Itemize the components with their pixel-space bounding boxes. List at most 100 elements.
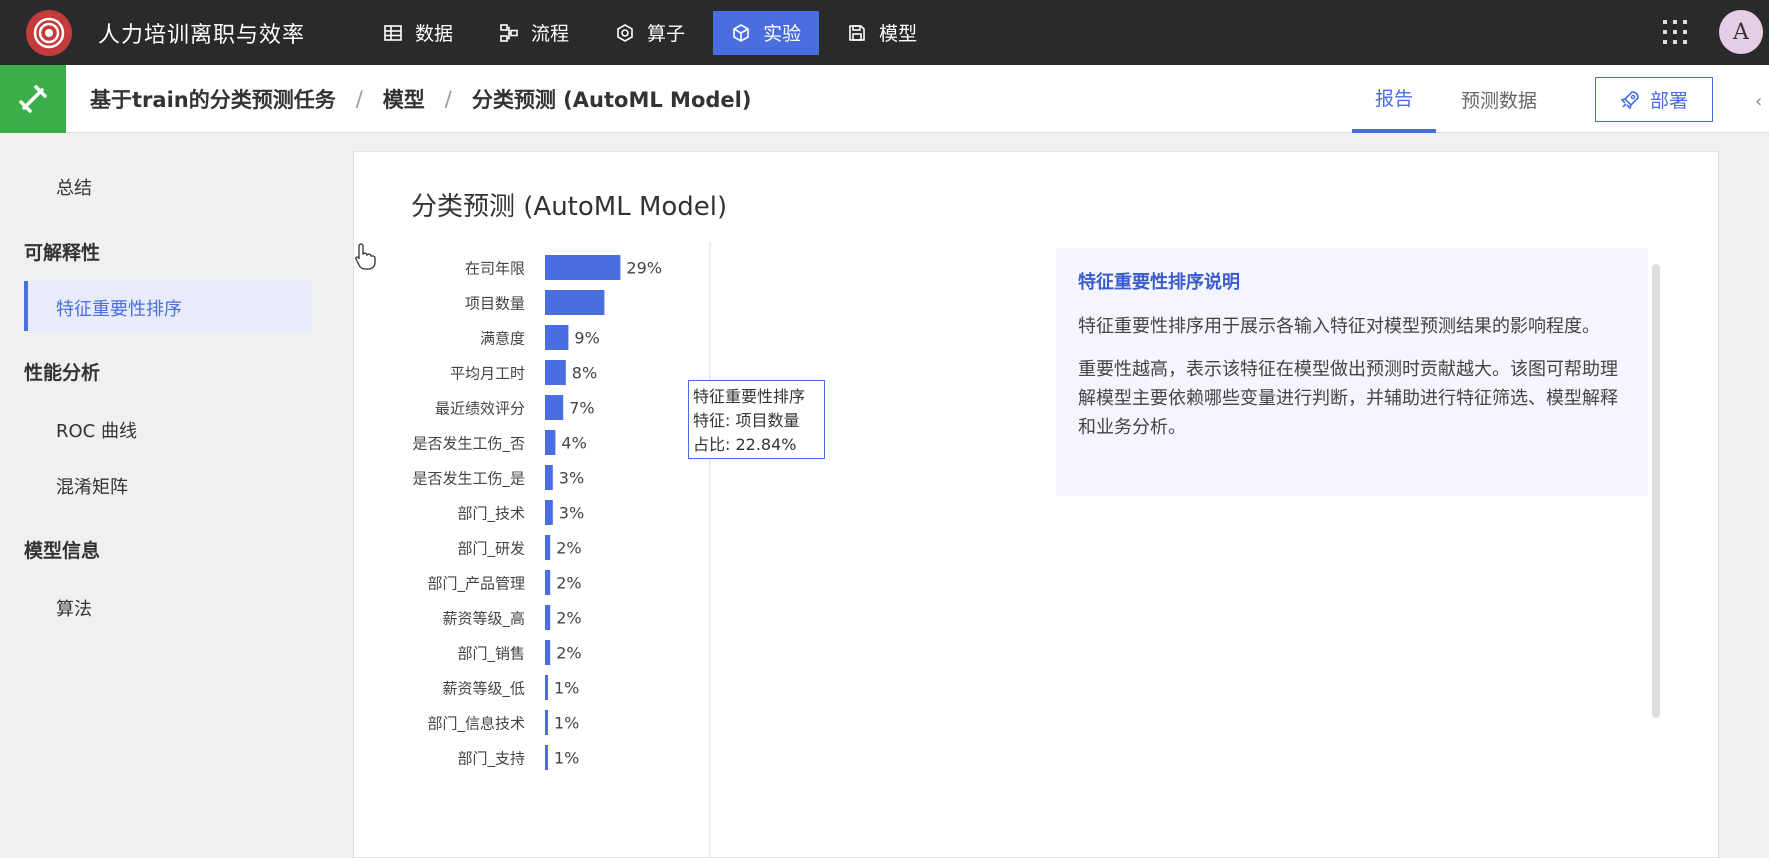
tab-report[interactable]: 报告 [1352, 65, 1436, 133]
bar-value-label: 2% [556, 609, 581, 628]
save-icon [849, 24, 865, 41]
nav-experiment-label: 实验 [763, 23, 802, 45]
nav-operator-label: 算子 [647, 23, 686, 45]
nav-model[interactable]: 模型 [829, 11, 935, 55]
breadcrumb-model[interactable]: 模型 [383, 84, 425, 114]
sidebar-item-feature-importance-label: 特征重要性排序 [56, 299, 182, 320]
bar-value-label: 29% [626, 259, 662, 278]
rocket-icon [1620, 90, 1639, 109]
info-paragraph-1: 特征重要性排序用于展示各输入特征对模型预测结果的影响程度。 [1078, 316, 1600, 337]
sidebar-item-algorithm[interactable]: 算法 [56, 595, 92, 621]
bar[interactable] [545, 710, 548, 735]
sidebar-item-confusion-matrix[interactable]: 混淆矩阵 [56, 473, 128, 499]
sidebar-group-explainability: 可解释性 [24, 242, 101, 264]
operator-icon [617, 23, 633, 42]
tooltip-title: 特征重要性排序 [693, 387, 806, 406]
app-logo-icon[interactable] [26, 9, 72, 56]
apps-grid-icon[interactable] [1660, 17, 1690, 47]
nav-data-label: 数据 [415, 23, 454, 45]
bar-category-label: 项目数量 [465, 295, 525, 313]
breadcrumb-current: 分类预测 (AutoML Model) [471, 87, 752, 112]
bar-category-label: 平均月工时 [450, 365, 525, 383]
sidebar-item-summary[interactable]: 总结 [56, 174, 92, 200]
bar-value-label: 2% [556, 644, 581, 663]
bar-category-label: 部门_研发 [457, 540, 525, 559]
nav-flow[interactable]: 流程 [481, 11, 587, 55]
sidebar-group-performance: 性能分析 [24, 362, 101, 384]
bar-category-label: 在司年限 [465, 260, 525, 278]
breadcrumb: 基于train的分类预测任务 / 模型 / 分类预测 (AutoML Model… [90, 84, 751, 114]
bar[interactable] [545, 430, 556, 455]
tab-predict-data[interactable]: 预测数据 [1460, 65, 1538, 133]
bar-category-label: 薪资等级_高 [442, 610, 525, 629]
bar-category-label: 部门_销售 [457, 645, 525, 664]
sidebar-item-feature-importance[interactable]: 特征重要性排序 [24, 281, 312, 331]
bar[interactable] [545, 535, 551, 560]
page-title: 分类预测 (AutoML Model) [411, 192, 728, 222]
nav-data[interactable]: 数据 [365, 11, 471, 55]
cube-icon [733, 23, 749, 42]
bar[interactable] [545, 605, 551, 630]
sidebar-item-roc[interactable]: ROC 曲线 [56, 417, 137, 443]
bar-value-label: 1% [554, 714, 579, 733]
bar[interactable] [545, 675, 548, 700]
bar-category-label: 薪资等级_低 [442, 680, 525, 699]
bar-value-label: 1% [554, 679, 579, 698]
breadcrumb-separator: / [444, 86, 452, 111]
table-icon [384, 24, 402, 41]
nav-operator[interactable]: 算子 [597, 11, 703, 55]
tooltip-share: 占比: 22.84% [693, 435, 797, 454]
bar[interactable] [545, 255, 621, 280]
bar-category-label: 最近绩效评分 [435, 400, 525, 418]
info-paragraph-2: 重要性越高，表示该特征在模型做出预测时贡献越大。该图可帮助理解模型主要依赖哪些变… [1078, 359, 1618, 438]
bar-value-label: 3% [559, 469, 584, 488]
hand-cursor-icon [355, 243, 376, 270]
bar[interactable] [545, 640, 551, 665]
bar-category-label: 部门_技术 [457, 505, 525, 524]
tooltip-feature: 特征: 项目数量 [693, 411, 800, 430]
bar-category-label: 部门_信息技术 [427, 715, 525, 734]
deploy-label: 部署 [1649, 90, 1688, 112]
chart-tooltip: 特征重要性排序 特征: 项目数量 占比: 22.84% [688, 380, 825, 459]
report-sidebar: 总结 可解释性 特征重要性排序 性能分析 ROC 曲线 混淆矩阵 模型信息 算法 [0, 134, 330, 858]
bar[interactable] [545, 325, 569, 350]
app-title: 人力培训离职与效率 [98, 22, 306, 48]
tab-predict-label: 预测数据 [1460, 89, 1537, 112]
user-avatar[interactable]: A [1719, 10, 1763, 54]
report-card: 分类预测 (AutoML Model) 在司年限 29% 项目数量满意度 9% 平均月工… [353, 151, 1719, 858]
tab-report-label: 报告 [1374, 87, 1413, 110]
info-scrollbar[interactable] [1652, 264, 1660, 718]
bar-value-label: 2% [556, 539, 581, 558]
bar-value-label: 8% [572, 364, 597, 383]
nav-model-label: 模型 [879, 23, 918, 45]
nav-experiment[interactable]: 实验 [713, 10, 820, 55]
bar[interactable] [545, 290, 605, 315]
breadcrumb-separator: / [355, 86, 363, 111]
feature-importance-chart: 在司年限 29% 项目数量 满意度 9% 平均月工时 8% 最近绩效评分 7% 是否发生工伤_否 4… [354, 242, 1054, 858]
experiment-type-icon [0, 64, 66, 133]
bar[interactable] [545, 570, 551, 595]
sub-header: 基于train的分类预测任务 / 模型 / 分类预测 (AutoML Model… [0, 64, 1769, 133]
main-nav: 数据 流程 算子 实验 模型 [365, 0, 945, 65]
bar-value-label: 3% [559, 504, 584, 523]
bar-value-label: 2% [556, 574, 581, 593]
breadcrumb-task[interactable]: 基于train的分类预测任务 [90, 84, 336, 114]
bar[interactable] [545, 465, 553, 490]
sidebar-group-model-info: 模型信息 [24, 540, 101, 562]
bar-category-label: 是否发生工伤_是 [412, 470, 525, 489]
bar[interactable] [545, 395, 564, 420]
bar-category-label: 满意度 [480, 330, 525, 348]
bar-category-label: 是否发生工伤_否 [412, 435, 525, 454]
deploy-button[interactable]: 部署 [1595, 77, 1713, 122]
nav-flow-label: 流程 [531, 23, 570, 45]
top-nav-bar: 人力培训离职与效率 数据 流程 算子 实验 模型 A [0, 0, 1769, 65]
collapse-panel-icon[interactable]: ‹ [1755, 91, 1762, 112]
bar[interactable] [545, 500, 553, 525]
bar[interactable] [545, 745, 548, 770]
info-title: 特征重要性排序说明 [1078, 272, 1240, 293]
bar[interactable] [545, 360, 566, 385]
flow-icon [500, 23, 518, 42]
bar-value-label: 9% [574, 329, 599, 348]
bar-category-label: 部门_支持 [457, 750, 525, 769]
bar-value-label: 1% [554, 749, 579, 768]
